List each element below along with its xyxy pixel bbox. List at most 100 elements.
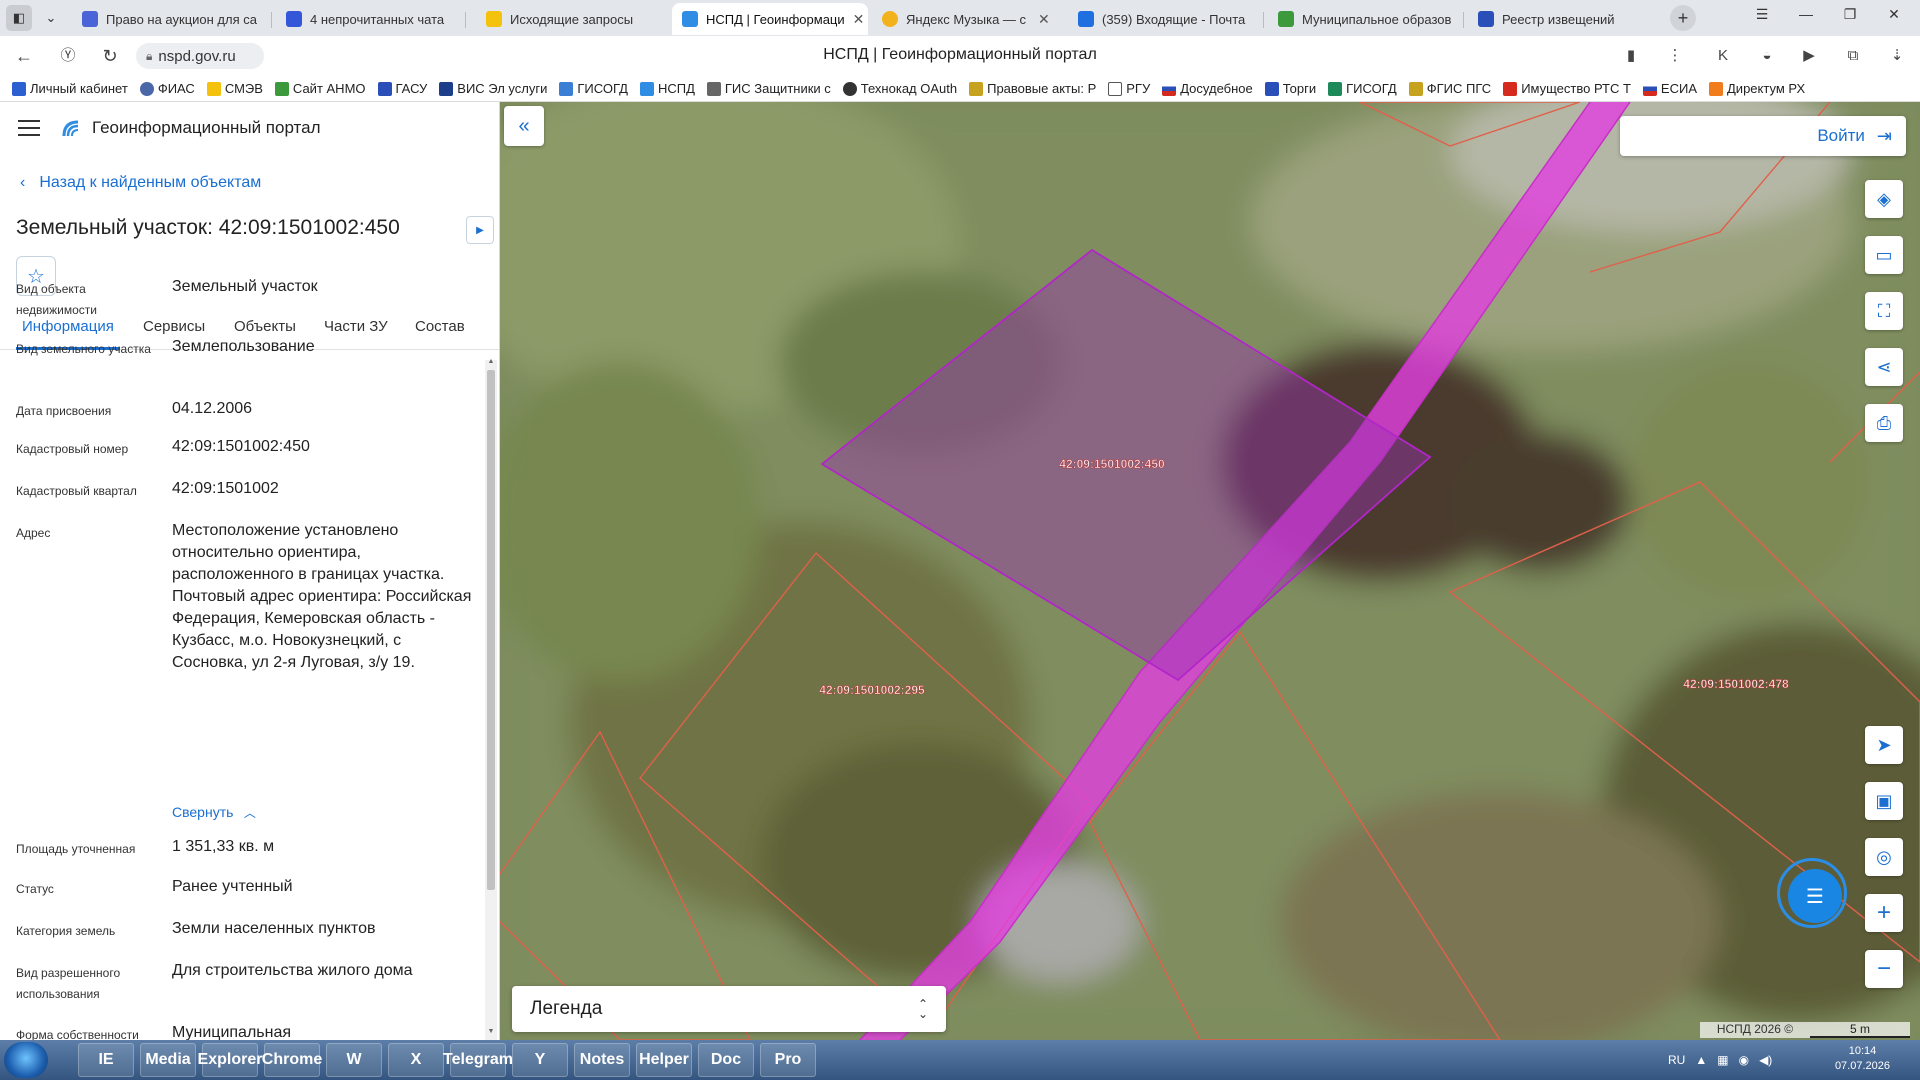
area-select-icon: ⛶ xyxy=(1877,300,1891,321)
bookmark-item[interactable]: ГИСОГД xyxy=(559,81,628,96)
bookmark-item[interactable]: Имущество РТС Т xyxy=(1503,81,1631,96)
browser-tab[interactable]: Яндекс Музыка — с ✕ xyxy=(872,3,1062,35)
bookmark-item[interactable]: НСПД xyxy=(639,81,695,96)
collapse-address-link[interactable]: Свернуть ︿ xyxy=(172,804,256,822)
geolocation-button[interactable]: ➤ xyxy=(1865,726,1903,764)
taskbar-app-doc[interactable]: Doc xyxy=(698,1043,754,1077)
bookmark-favicon-icon xyxy=(1108,81,1123,96)
hamburger-menu-icon[interactable] xyxy=(18,120,40,136)
taskbar-app-helper[interactable]: Helper xyxy=(636,1043,692,1077)
taskbar-app-excel[interactable]: X xyxy=(388,1043,444,1077)
back-to-results-link[interactable]: ‹ Назад к найденным объектам xyxy=(20,174,261,192)
close-window-icon[interactable]: ✕ xyxy=(1872,6,1916,23)
reload-icon[interactable]: ↻ xyxy=(98,44,122,68)
map-canvas[interactable]: 42:09:1501002:450 42:09:1501002:295 42:0… xyxy=(500,102,1920,1040)
ruler-button[interactable]: ▭ xyxy=(1865,236,1903,274)
bookmark-favicon-icon xyxy=(1709,81,1723,96)
taskbar-app-yandex[interactable]: Y xyxy=(512,1043,568,1077)
yandex-logo-icon[interactable]: Ⓨ xyxy=(56,44,80,68)
bookmark-item[interactable]: Технокад OAuth xyxy=(842,81,957,96)
scroll-down-icon[interactable]: ▼ xyxy=(485,1028,497,1038)
back-arrow-icon[interactable]: ← xyxy=(12,44,36,68)
extension-k-icon[interactable]: K xyxy=(1712,45,1734,67)
zoom-in-button[interactable]: + xyxy=(1865,894,1903,932)
layers-button[interactable]: ◈ xyxy=(1865,180,1903,218)
bookmark-item[interactable]: Директум РХ xyxy=(1709,81,1805,96)
chat-button[interactable]: ☰ xyxy=(1788,869,1842,923)
extension-play-icon[interactable]: ▶ xyxy=(1798,45,1820,67)
bookmark-item[interactable]: Сайт АНМО xyxy=(274,81,366,96)
login-button[interactable]: Войти ⇥ xyxy=(1620,116,1906,156)
bookmark-item[interactable]: ГИСОГД xyxy=(1328,81,1397,96)
tabs-menu-chevron-icon[interactable]: ⌄ xyxy=(38,5,64,31)
taskbar-app-explorer[interactable]: Explorer xyxy=(198,1043,262,1077)
share-button[interactable]: ⋖ xyxy=(1865,348,1903,386)
taskbar-app-pro[interactable]: Pro xyxy=(760,1043,816,1077)
bookmark-item[interactable]: ГИС Защитники с xyxy=(706,81,831,96)
browser-tab-active[interactable]: НСПД | Геоинформаци ✕ xyxy=(672,3,868,35)
restore-icon[interactable]: ❐ xyxy=(1828,6,1872,23)
zoom-out-button[interactable]: − xyxy=(1865,950,1903,988)
basemap-button[interactable]: ▣ xyxy=(1865,782,1903,820)
close-tab-icon[interactable]: ✕ xyxy=(853,11,865,28)
print-button[interactable]: ⎙ xyxy=(1865,404,1903,442)
url-field[interactable]: 🔒︎ nspd.gov.ru xyxy=(136,43,264,69)
browser-tab[interactable]: Реестр извещений xyxy=(1468,3,1658,35)
new-tab-button[interactable]: + xyxy=(1670,5,1696,31)
browser-tab[interactable]: 4 непрочитанных чата xyxy=(276,3,466,35)
lock-icon: 🔒︎ xyxy=(146,48,153,63)
taskbar-app-chrome[interactable]: Chrome xyxy=(262,1043,322,1077)
sort-chevrons-icon: ⌃ ⌄ xyxy=(917,997,928,1021)
sidebar-toggle-icon[interactable]: ◧ xyxy=(6,5,32,31)
taskbar-app-notes[interactable]: Notes xyxy=(574,1043,630,1077)
tab-favicon-icon xyxy=(1078,11,1094,27)
browser-menu-icon[interactable]: ☰ xyxy=(1740,6,1784,23)
bookmark-item[interactable]: Личный кабинет xyxy=(12,81,128,96)
bookmark-item[interactable]: ЕСИА xyxy=(1642,81,1697,96)
browser-tab[interactable]: (359) Входящие - Почта xyxy=(1068,3,1264,35)
tray-network-icon[interactable]: ▦ xyxy=(1717,1053,1728,1067)
area-select-button[interactable]: ⛶ xyxy=(1865,292,1903,330)
minimize-icon[interactable]: — xyxy=(1784,6,1828,22)
downloads-icon[interactable]: ⇣ xyxy=(1886,45,1908,67)
tabs-scroll-right-button[interactable]: ▶ xyxy=(466,216,494,244)
close-tab-icon[interactable]: ✕ xyxy=(1038,11,1050,28)
taskbar-app-media[interactable]: Media xyxy=(140,1043,196,1077)
tab-label: 4 непрочитанных чата xyxy=(310,11,445,27)
bookmark-item[interactable]: СМЭВ xyxy=(206,81,263,96)
language-indicator[interactable]: RU xyxy=(1668,1053,1685,1067)
tray-volume-icon[interactable]: ◀) xyxy=(1759,1053,1772,1067)
bookmark-item[interactable]: Правовые акты: Р xyxy=(969,81,1096,96)
browser-tab[interactable]: Муниципальное образов xyxy=(1268,3,1464,35)
extension-shield-icon[interactable]: ◒ xyxy=(1756,45,1778,67)
extension-collections-icon[interactable]: ⧉ xyxy=(1842,45,1864,67)
bookmark-item[interactable]: Досудебное xyxy=(1162,81,1253,96)
browser-tab[interactable]: Исходящие запросы xyxy=(476,3,666,35)
bookmark-item[interactable]: ФГИС ПГС xyxy=(1408,81,1491,96)
search-location-button[interactable]: ◎ xyxy=(1865,838,1903,876)
legend-dropdown[interactable]: Легенда ⌃ ⌄ xyxy=(512,986,946,1032)
bookmark-item[interactable]: РГУ xyxy=(1108,81,1150,96)
bookmark-item[interactable]: ВИС Эл услуги xyxy=(439,81,547,96)
parcel-label: 42:09:1501002:450 xyxy=(1059,457,1165,471)
scroll-up-icon[interactable]: ▲ xyxy=(485,358,497,368)
bookmark-item[interactable]: ГАСУ xyxy=(377,81,427,96)
browser-tab[interactable]: Право на аукцион для са xyxy=(72,3,272,35)
search-location-icon: ◎ xyxy=(1876,846,1892,867)
panel-scrollbar-thumb[interactable] xyxy=(487,370,495,890)
chevron-left-icon: ‹ xyxy=(20,174,26,191)
clock[interactable]: 10:14 07.07.2026 xyxy=(1835,1044,1890,1074)
tray-antivirus-icon[interactable]: ◉ xyxy=(1739,1053,1749,1067)
start-button[interactable] xyxy=(4,1042,48,1078)
collapse-panel-button[interactable]: « xyxy=(504,106,544,146)
bookmark-item[interactable]: ФИАС xyxy=(139,81,195,96)
tray-expand-icon[interactable]: ▲ xyxy=(1695,1053,1707,1067)
taskbar-app-ie[interactable]: IE xyxy=(78,1043,134,1077)
taskbar-app-telegram[interactable]: Telegram xyxy=(443,1043,513,1077)
basemap-icon: ▣ xyxy=(1875,790,1893,811)
property-value: Местоположение установлено относительно … xyxy=(172,522,472,671)
taskbar-app-word[interactable]: W xyxy=(326,1043,382,1077)
bookmark-icon[interactable]: ▮ xyxy=(1620,45,1642,67)
bookmark-item[interactable]: Торги xyxy=(1264,81,1316,96)
more-options-icon[interactable]: ⋮ xyxy=(1664,45,1686,67)
